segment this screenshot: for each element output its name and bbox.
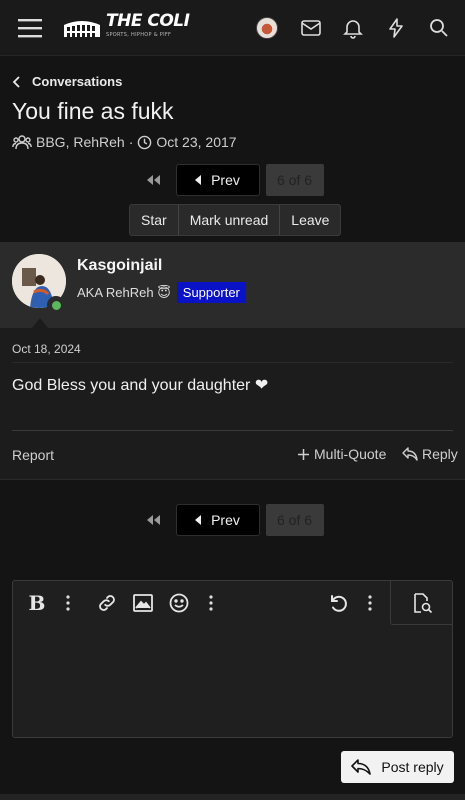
menu-icon[interactable] <box>16 14 44 42</box>
message-text: God Bless you and your daughter ❤ <box>12 377 269 394</box>
message-caret <box>32 318 48 328</box>
more-vertical-icon[interactable] <box>358 591 382 615</box>
supporter-badge: Supporter <box>176 282 246 303</box>
clock-icon <box>138 135 152 149</box>
prev-button[interactable]: Prev <box>175 504 260 536</box>
editor-toolbar: B <box>13 581 452 625</box>
reply-icon <box>351 759 372 775</box>
page-indicator: 6 of 6 <box>265 164 324 196</box>
more-vertical-icon[interactable] <box>199 591 223 615</box>
bolt-icon[interactable] <box>384 16 408 40</box>
user-avatar[interactable] <box>256 17 278 39</box>
page-indicator: 6 of 6 <box>265 504 324 536</box>
post-reply-button[interactable]: Post reply <box>341 751 454 783</box>
divider <box>12 362 453 363</box>
prev-button[interactable]: Prev <box>175 164 260 196</box>
mark-unread-button[interactable]: Mark unread <box>179 205 281 235</box>
user-title: AKA RehReh 😇 Supporter <box>77 282 246 303</box>
footer-edge <box>0 794 465 800</box>
conversation-date[interactable]: Oct 23, 2017 <box>156 134 236 150</box>
link-icon[interactable] <box>95 591 119 615</box>
preview-icon <box>413 592 432 613</box>
breadcrumb[interactable]: Conversations <box>12 74 122 89</box>
inbox-icon[interactable] <box>299 16 323 40</box>
meta-separator: · <box>128 134 134 150</box>
bold-icon[interactable]: B <box>25 591 49 615</box>
search-icon[interactable] <box>427 16 451 40</box>
conversation-meta: BBG, RehReh · Oct 23, 2017 <box>12 134 237 150</box>
pagination-bottom: Prev 6 of 6 <box>0 504 465 536</box>
preview-button[interactable] <box>390 581 452 625</box>
plus-icon <box>298 448 309 460</box>
page-title: You fine as fukk <box>12 98 174 124</box>
conversation-actions: Star Mark unread Leave <box>129 204 342 236</box>
divider <box>12 430 453 431</box>
reply-button[interactable]: Reply <box>402 446 458 462</box>
leave-button[interactable]: Leave <box>280 205 340 235</box>
message-date[interactable]: Oct 18, 2024 <box>12 342 81 356</box>
participants[interactable]: BBG, RehReh <box>36 134 125 150</box>
bell-icon[interactable] <box>341 16 365 40</box>
logo-text: THE COLI SPORTS, HIPHOP & PIFF <box>106 11 190 39</box>
first-page-icon[interactable] <box>142 169 164 191</box>
star-button[interactable]: Star <box>130 205 179 235</box>
caret-left-icon <box>195 515 202 525</box>
breadcrumb-label: Conversations <box>32 74 123 89</box>
more-vertical-icon[interactable] <box>56 591 80 615</box>
online-status-icon <box>47 296 65 314</box>
image-icon[interactable] <box>131 591 155 615</box>
undo-icon[interactable] <box>326 591 350 615</box>
smiley-icon[interactable] <box>167 591 191 615</box>
user-title-text: AKA RehReh 😇 <box>77 284 171 300</box>
site-logo[interactable]: THE COLI SPORTS, HIPHOP & PIFF <box>62 11 190 41</box>
reply-icon <box>402 447 418 461</box>
username[interactable]: Kasgoinjail <box>77 257 162 275</box>
colosseum-icon <box>64 21 100 37</box>
first-page-icon[interactable] <box>142 509 164 531</box>
pagination-top: Prev 6 of 6 <box>0 164 465 196</box>
caret-left-icon <box>195 175 202 185</box>
multiquote-button[interactable]: Multi-Quote <box>298 446 386 462</box>
users-icon <box>12 135 32 150</box>
chevron-left-icon <box>12 75 20 88</box>
report-link[interactable]: Report <box>12 447 54 463</box>
